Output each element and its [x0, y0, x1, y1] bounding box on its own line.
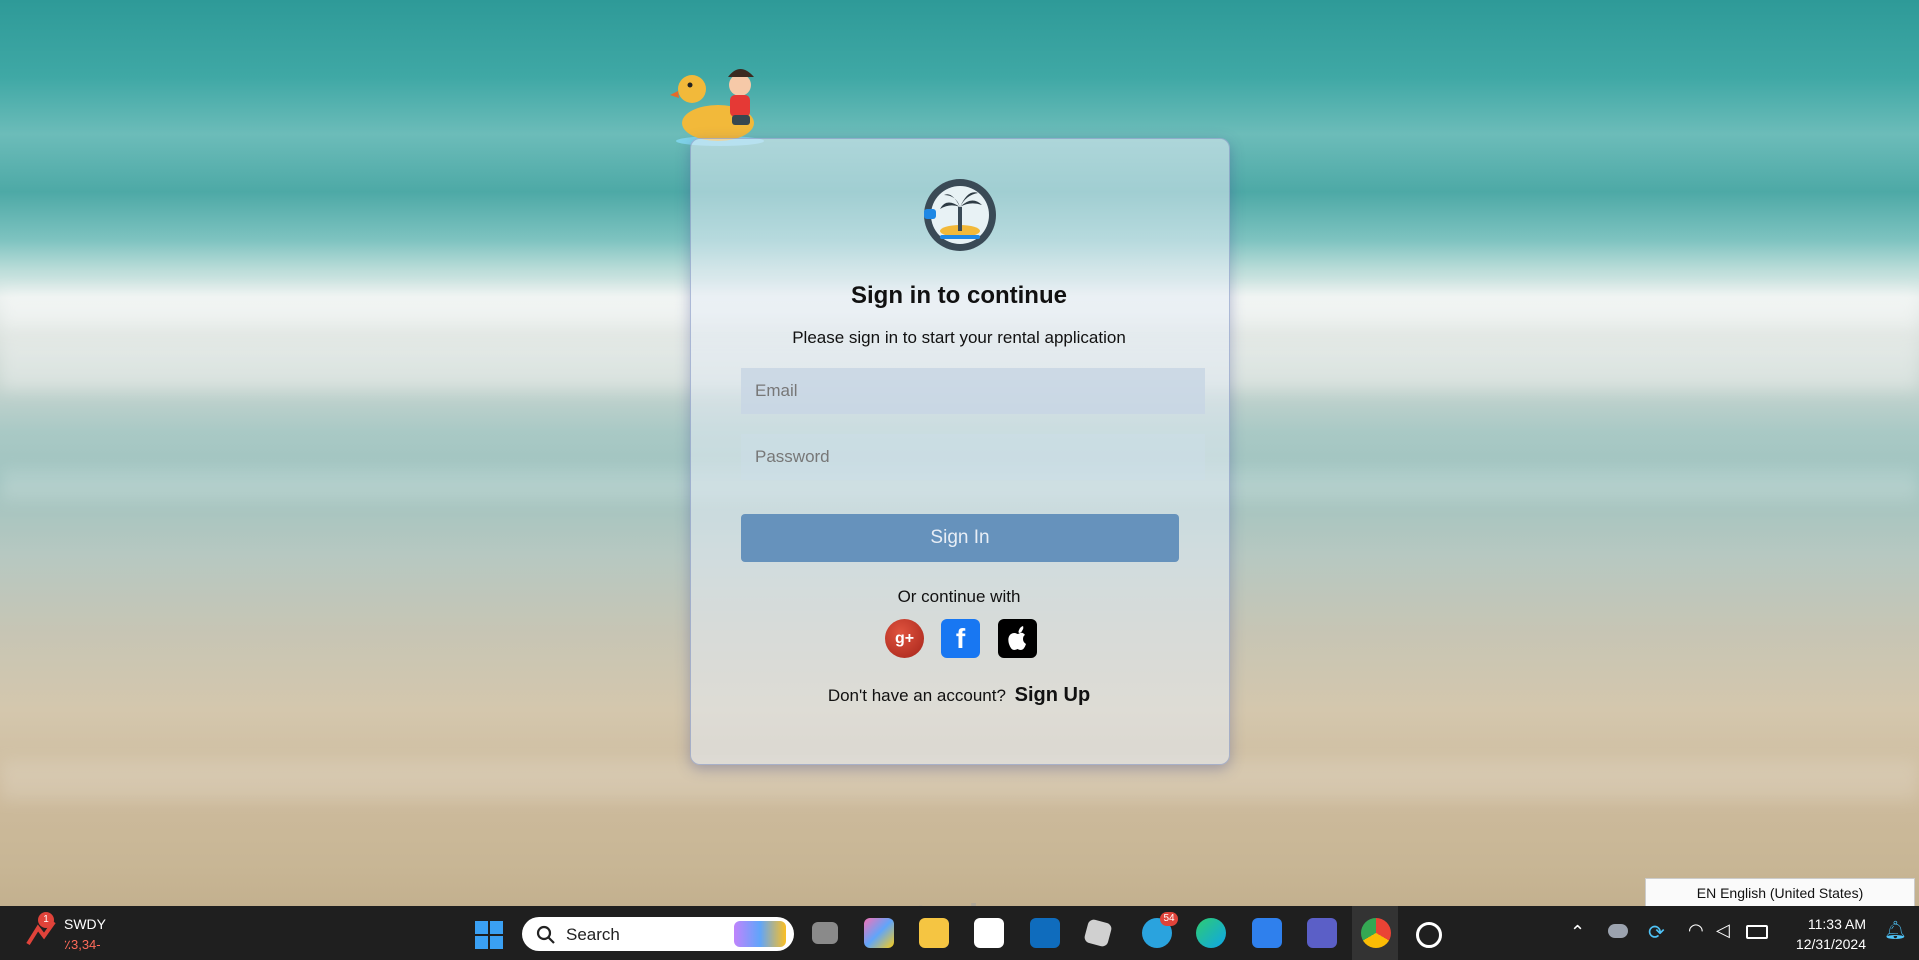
apple-signin-button[interactable]	[998, 619, 1037, 658]
file-explorer-icon[interactable]	[919, 918, 949, 948]
search-highlight-image	[734, 921, 786, 947]
stock-ticker[interactable]: SWDY	[64, 916, 106, 932]
clock-time: 11:33 AM	[1807, 916, 1866, 932]
wave-foam	[0, 760, 1919, 800]
volume-icon[interactable]: ◁	[1716, 920, 1730, 941]
facebook-icon: f	[955, 622, 966, 654]
vscode-icon[interactable]	[1252, 918, 1282, 948]
facebook-signin-button[interactable]: f	[941, 619, 980, 658]
password-field[interactable]	[741, 434, 1205, 480]
edge-icon[interactable]	[1196, 918, 1226, 948]
no-account-text: Don't have an account?	[827, 686, 1006, 705]
signup-prompt: Don't have an account? Sign Up	[690, 684, 1228, 707]
search-label: Search	[566, 925, 620, 944]
onedrive-icon[interactable]	[1608, 924, 1628, 938]
roblox-icon[interactable]	[1083, 918, 1113, 948]
battery-icon[interactable]	[1746, 925, 1768, 939]
telegram-badge: 54	[1160, 912, 1178, 926]
microsoft-store-icon[interactable]	[974, 918, 1004, 948]
search-icon	[536, 925, 555, 944]
stock-change: ٪3,34-	[64, 937, 101, 952]
notification-bell-icon[interactable]: 🔔︎	[1884, 920, 1907, 941]
sync-icon[interactable]: ⟳	[1648, 920, 1665, 945]
sign-in-button[interactable]: Sign In	[741, 514, 1179, 562]
chevron-up-icon[interactable]: ⌃	[1570, 922, 1585, 943]
duck-float-mascot	[670, 69, 764, 146]
clock-date: 12/31/2024	[1795, 936, 1866, 952]
page-subtitle: Please sign in to start your rental appl…	[792, 328, 1126, 347]
windows-taskbar: 1 SWDY ٪3,34- Search 54 ⌃ ⟳ ◠ ◁ 11:33 AM…	[0, 906, 1919, 960]
apple-icon	[1008, 626, 1026, 650]
google-signin-button[interactable]: g+	[885, 619, 924, 658]
chrome-icon[interactable]	[1361, 918, 1391, 948]
taskbar-clock[interactable]: 11:33 AM 12/31/2024	[1776, 914, 1866, 954]
windows-start-icon[interactable]	[474, 920, 504, 950]
or-continue-label: Or continue with	[897, 587, 1021, 606]
wifi-icon[interactable]: ◠	[1688, 920, 1704, 941]
language-tooltip: EN English (United States)	[1645, 878, 1915, 907]
page-title: Sign in to continue	[851, 282, 1067, 309]
obs-icon[interactable]	[1416, 922, 1442, 948]
island-logo-icon	[924, 179, 996, 251]
taskbar-search[interactable]: Search	[522, 917, 794, 951]
google-icon: g+	[894, 629, 915, 647]
outlook-icon[interactable]	[1030, 918, 1060, 948]
teams-icon[interactable]	[1307, 918, 1337, 948]
email-field[interactable]	[741, 368, 1205, 414]
sign-up-link[interactable]: Sign Up	[1015, 684, 1091, 706]
copilot-icon[interactable]	[864, 918, 894, 948]
task-view-icon[interactable]	[812, 922, 838, 944]
stock-badge: 1	[38, 912, 54, 928]
